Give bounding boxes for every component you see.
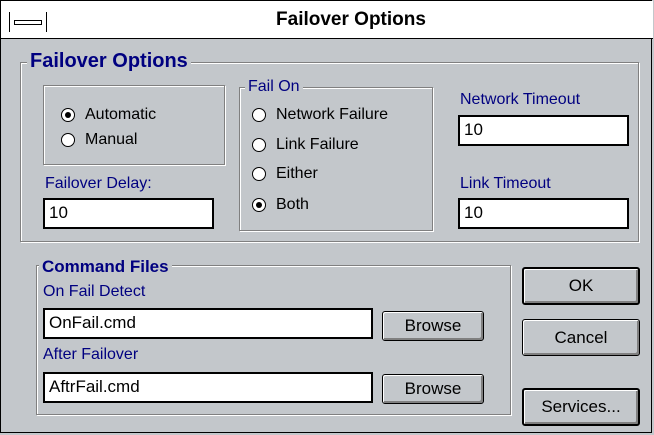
radio-either[interactable]: Either bbox=[252, 165, 318, 183]
command-files-legend: Command Files bbox=[39, 257, 172, 277]
mode-group bbox=[43, 85, 225, 165]
radio-network-failure-button[interactable] bbox=[252, 108, 266, 122]
link-timeout-label: Link Timeout bbox=[460, 175, 551, 192]
ok-button[interactable]: OK bbox=[522, 267, 640, 305]
radio-automatic-label: Automatic bbox=[85, 106, 157, 123]
failover-options-legend: Failover Options bbox=[27, 49, 191, 73]
after-failover-browse-button[interactable]: Browse bbox=[382, 374, 484, 404]
radio-link-failure-label: Link Failure bbox=[276, 136, 359, 153]
failover-delay-input[interactable]: 10 bbox=[43, 198, 214, 229]
link-timeout-input[interactable]: 10 bbox=[458, 198, 629, 229]
radio-either-button[interactable] bbox=[252, 167, 266, 181]
network-timeout-input[interactable]: 10 bbox=[458, 115, 629, 146]
on-fail-detect-input[interactable]: OnFail.cmd bbox=[43, 308, 373, 339]
window-title: Failover Options bbox=[276, 9, 426, 30]
system-menu-icon[interactable] bbox=[9, 12, 47, 32]
after-failover-label: After Failover bbox=[43, 346, 139, 363]
services-button[interactable]: Services... bbox=[522, 388, 640, 426]
fail-on-legend: Fail On bbox=[245, 78, 303, 96]
radio-network-failure-label: Network Failure bbox=[276, 106, 389, 123]
after-failover-input[interactable]: AftrFail.cmd bbox=[43, 372, 373, 403]
radio-either-label: Either bbox=[276, 165, 318, 182]
radio-manual-button[interactable] bbox=[61, 133, 75, 147]
on-fail-detect-label: On Fail Detect bbox=[43, 283, 146, 300]
failover-delay-label: Failover Delay: bbox=[45, 175, 152, 192]
network-timeout-label: Network Timeout bbox=[460, 91, 581, 108]
radio-link-failure[interactable]: Link Failure bbox=[252, 136, 359, 154]
radio-manual[interactable]: Manual bbox=[61, 131, 137, 149]
on-fail-detect-browse-button[interactable]: Browse bbox=[382, 311, 484, 341]
radio-manual-label: Manual bbox=[85, 131, 138, 148]
radio-network-failure[interactable]: Network Failure bbox=[252, 106, 388, 124]
cancel-button[interactable]: Cancel bbox=[522, 319, 640, 356]
radio-automatic-button[interactable] bbox=[61, 108, 75, 122]
radio-link-failure-button[interactable] bbox=[252, 138, 266, 152]
radio-both-label: Both bbox=[276, 196, 309, 213]
radio-both[interactable]: Both bbox=[252, 196, 309, 214]
radio-both-button[interactable] bbox=[252, 198, 266, 212]
title-bar: Failover Options bbox=[1, 1, 653, 39]
radio-automatic[interactable]: Automatic bbox=[61, 106, 156, 124]
failover-options-dialog: Failover Options Failover Options Automa… bbox=[0, 0, 653, 433]
